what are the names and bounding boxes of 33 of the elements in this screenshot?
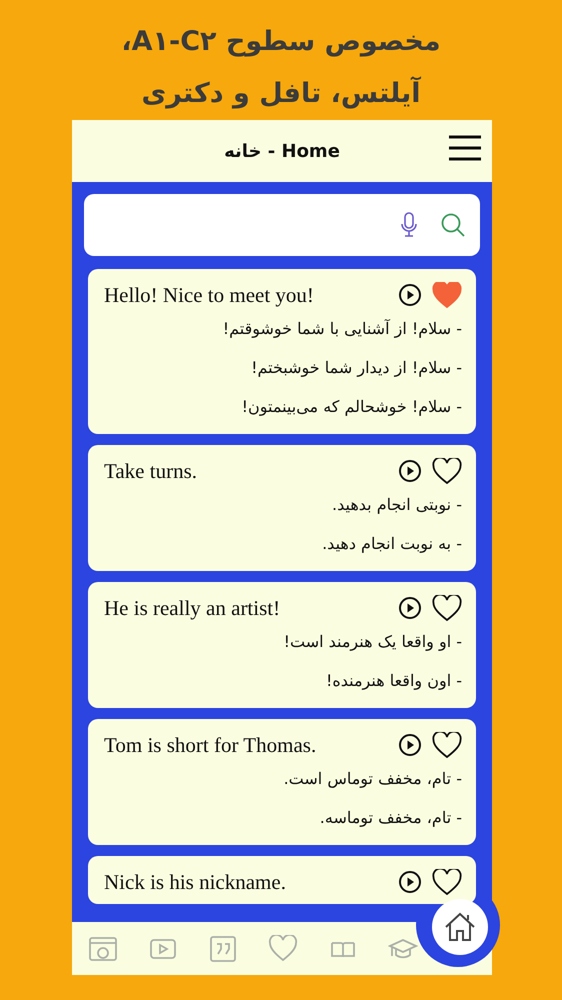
persian-translation: - سلام! خوشحالم که می‌بینمتون!	[240, 396, 462, 418]
play-icon[interactable]	[398, 596, 422, 620]
english-phrase: Tom is short for Thomas.	[104, 732, 316, 758]
promo-headline: مخصوص سطوح A۱-C۲،	[121, 25, 441, 59]
english-phrase: He is really an artist!	[104, 596, 280, 620]
persian-translation: - اون واقعا هنرمنده!	[324, 670, 462, 692]
english-phrase: Hello! Nice to meet you!	[104, 282, 314, 308]
heart-icon[interactable]	[432, 868, 462, 896]
english-phrase: Take turns.	[104, 458, 198, 484]
persian-translation: - سلام! از آشنایی با شما خوشوقتم!	[222, 318, 462, 340]
persian-translation: - به نوبت انجام دهید.	[321, 533, 462, 555]
search-icon[interactable]	[440, 212, 466, 238]
persian-translation: - سلام! از دیدار شما خوشبختم!	[250, 357, 462, 379]
play-icon[interactable]	[398, 283, 422, 307]
play-icon[interactable]	[398, 733, 422, 757]
persian-translation: - نوبتی انجام بدهید.	[331, 494, 462, 516]
heart-icon[interactable]	[432, 594, 462, 622]
screen-title: خانه - Home	[224, 140, 340, 162]
menu-button[interactable]	[448, 135, 482, 161]
persian-translation: - تام، مخفف توماس است.	[282, 768, 462, 790]
heart-icon[interactable]	[432, 732, 462, 758]
english-phrase: Nick is his nickname.	[104, 870, 286, 894]
promo-headline: آیلتس، تافل و دکتری	[141, 76, 421, 111]
heart-icon[interactable]	[432, 458, 462, 484]
search-field[interactable]	[84, 194, 480, 256]
menu-icon	[448, 135, 482, 161]
microphone-icon[interactable]	[400, 212, 418, 238]
play-icon[interactable]	[398, 459, 422, 483]
persian-translation: - تام، مخفف توماسه.	[318, 807, 462, 829]
house-icon	[444, 911, 476, 943]
phrase-card[interactable]: Nick is his nickname.	[88, 856, 476, 904]
play-icon[interactable]	[398, 870, 422, 894]
persian-translation: - او واقعا یک هنرمند است!	[282, 631, 462, 653]
